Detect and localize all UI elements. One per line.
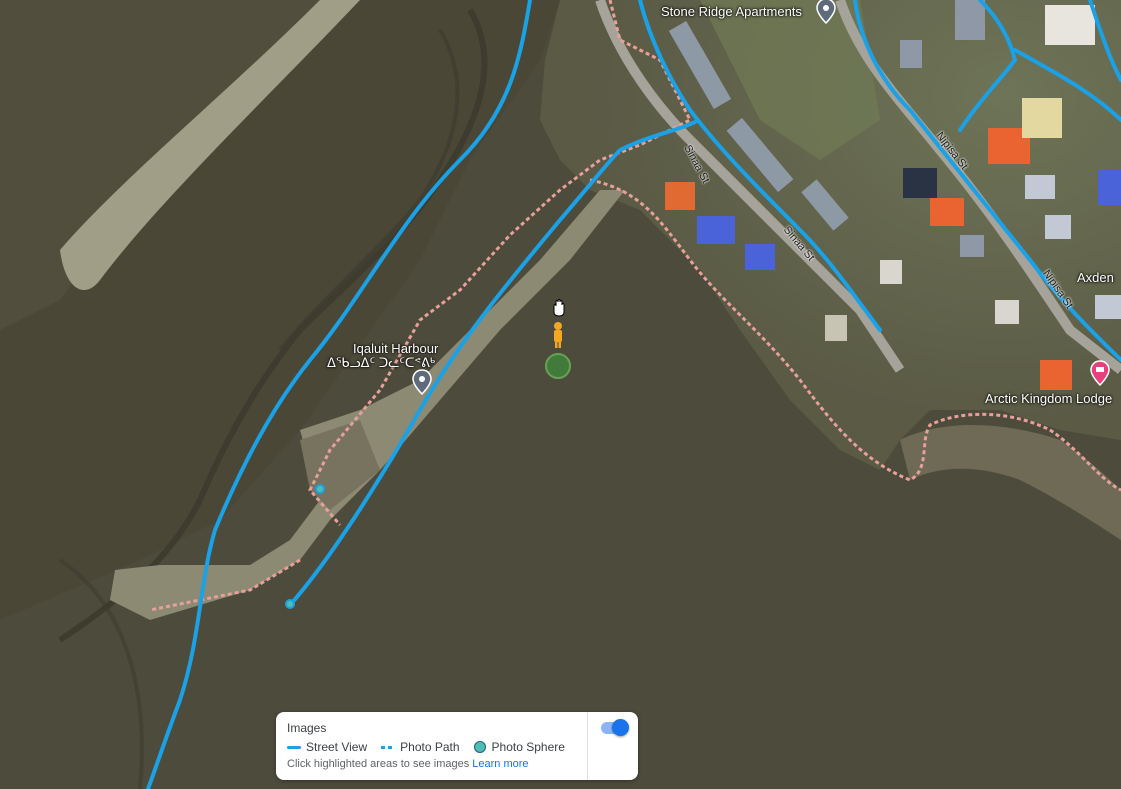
- learn-more-link[interactable]: Learn more: [472, 758, 528, 770]
- toggle-knob[interactable]: [612, 719, 629, 736]
- street-view-line-icon: [287, 745, 301, 749]
- hand-cursor-icon: [553, 299, 565, 317]
- legend-items: Street View Photo Path Photo Sphere: [287, 740, 579, 754]
- legend-photo-sphere: Photo Sphere: [473, 740, 565, 754]
- legend-photo-sphere-label: Photo Sphere: [491, 740, 565, 754]
- photo-sphere-icon[interactable]: [315, 484, 325, 494]
- photo-sphere-icon: [473, 741, 486, 753]
- legend-divider: [587, 712, 588, 780]
- place-label-iqaluit-harbour-syllabics[interactable]: ᐃᖃᓗᐃᑦ ᑐᓚᑦᑕᕝᕕᒃ: [327, 355, 435, 371]
- place-label-axden[interactable]: Axden: [1077, 270, 1114, 285]
- pegman-drop-target: [545, 353, 571, 379]
- legend-title: Images: [287, 721, 327, 735]
- photo-path-line-icon: [381, 745, 396, 749]
- images-legend-panel: Images Street View Photo Path Photo Sphe…: [276, 712, 638, 780]
- images-layer-toggle[interactable]: [601, 719, 629, 736]
- place-label-stone-ridge[interactable]: Stone Ridge Apartments: [661, 4, 802, 19]
- legend-photo-path-label: Photo Path: [400, 740, 460, 754]
- legend-hint-text: Click highlighted areas to see images: [287, 758, 470, 770]
- satellite-map[interactable]: [0, 0, 1121, 789]
- photo-sphere-icon[interactable]: [285, 599, 295, 609]
- place-label-iqaluit-harbour[interactable]: Iqaluit Harbour: [353, 341, 438, 356]
- legend-hint: Click highlighted areas to see images Le…: [287, 758, 529, 770]
- legend-photo-path: Photo Path: [381, 740, 460, 754]
- legend-street-view-label: Street View: [306, 740, 368, 754]
- legend-street-view: Street View: [287, 740, 367, 754]
- place-label-arctic-kingdom-lodge[interactable]: Arctic Kingdom Lodge: [985, 391, 1112, 406]
